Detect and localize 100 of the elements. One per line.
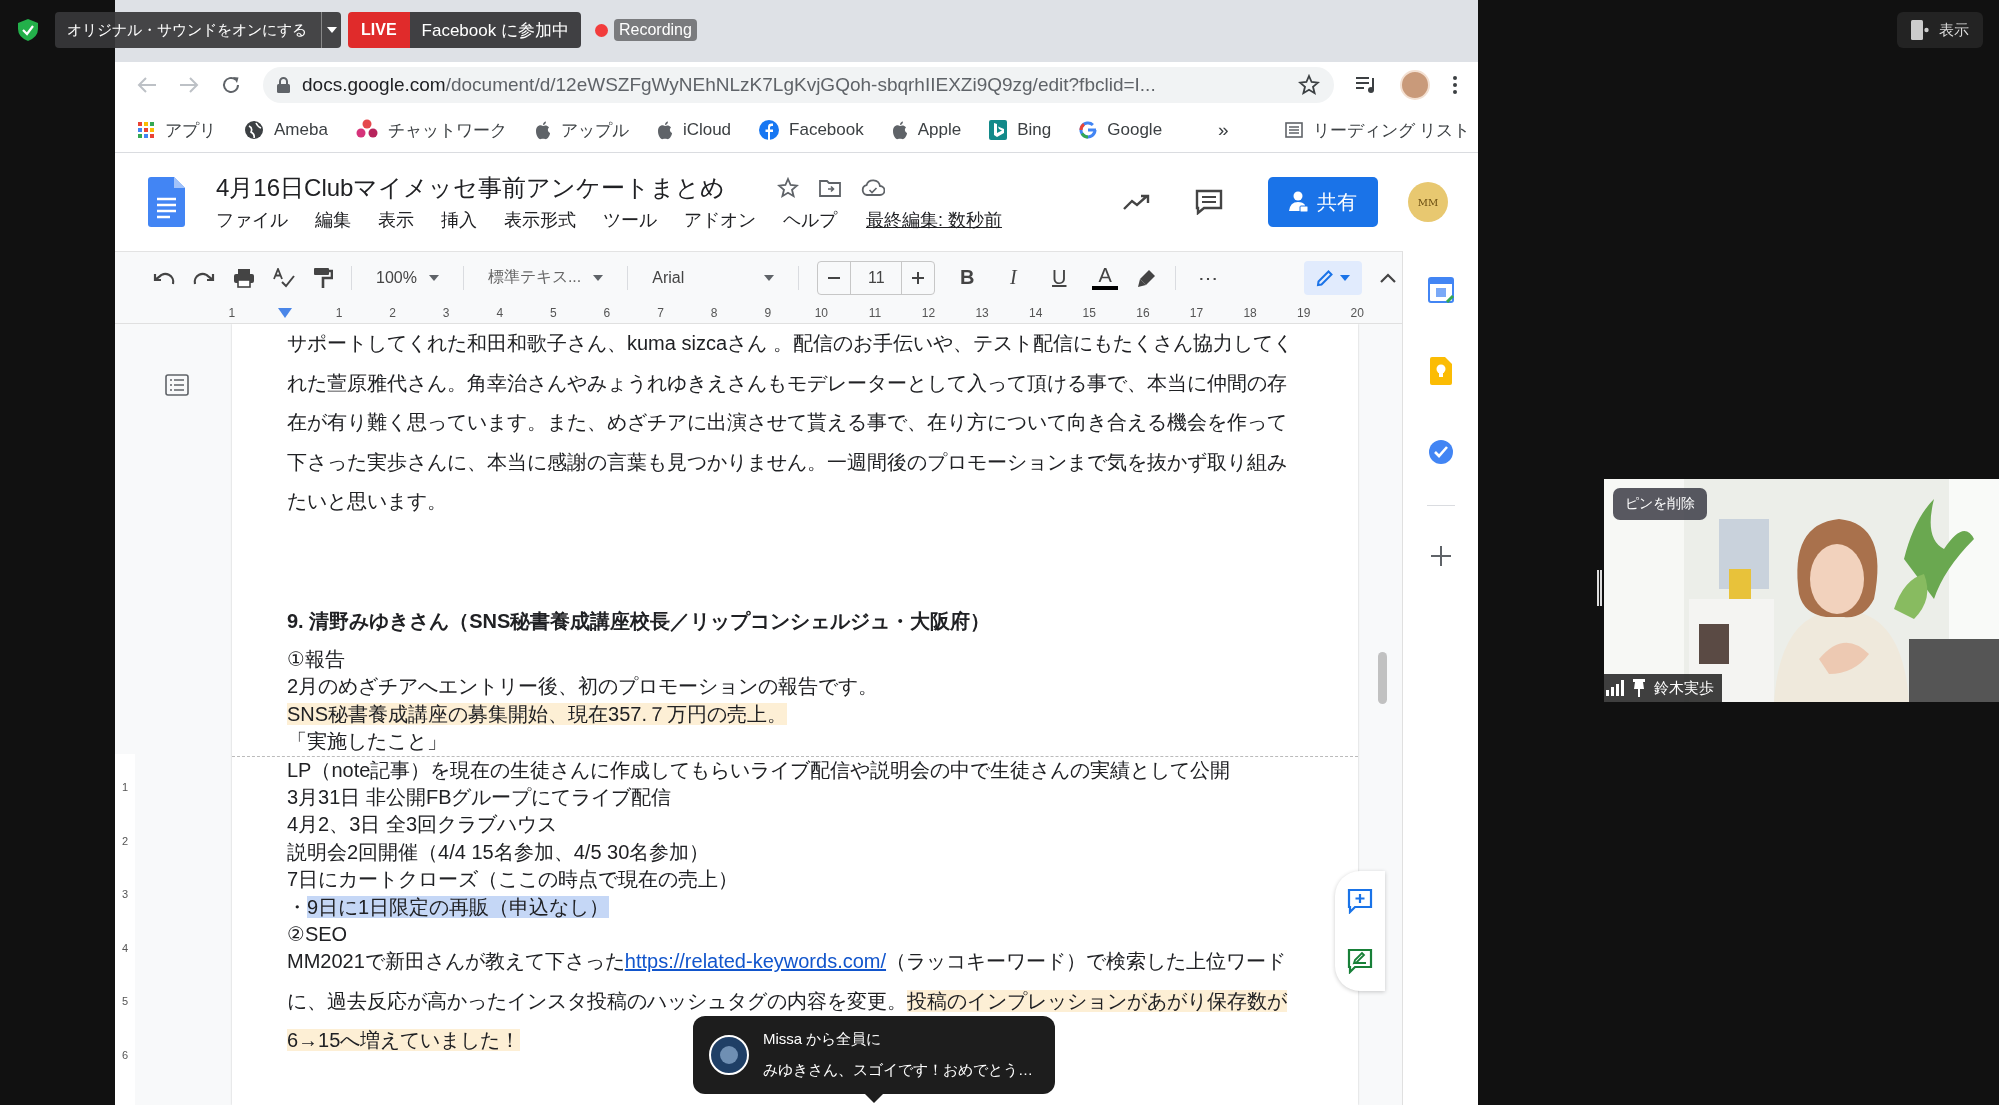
menu-item[interactable]: ヘルプ — [783, 208, 837, 232]
pencil-icon — [1316, 268, 1335, 287]
bookmark[interactable]: iCloud — [656, 120, 732, 140]
document-title[interactable]: 4月16日Clubマイメッセ事前アンケートまとめ — [216, 172, 726, 204]
list-icon — [1284, 122, 1303, 138]
bookmark[interactable]: Bing — [989, 120, 1052, 140]
apple-icon — [534, 120, 551, 140]
menu-item[interactable]: 表示 — [378, 208, 414, 232]
caret-icon — [764, 274, 775, 281]
paint-format-icon — [313, 266, 333, 289]
chat-sender: Missa から全員に — [763, 1030, 883, 1049]
tasks-icon — [1427, 439, 1454, 465]
outline-icon — [165, 374, 189, 396]
recording-label: Recording — [613, 19, 697, 41]
doc-line: 4月2、3日 全3回クラブハウス — [287, 812, 559, 838]
address-bar[interactable]: docs.google.com/document/d/12eWSZFgWyNEhNLzK7LgKvjGQoh-sbqrhIIEXZi9Q9zg/edit?fbclid=I... — [263, 67, 1334, 103]
apple-icon — [656, 120, 673, 140]
italic-button[interactable]: I — [999, 266, 1028, 289]
live-badge: LIVE — [348, 12, 410, 48]
keep-icon — [1429, 357, 1452, 385]
ruler: 1 1 2 3 4 5 6 7 8 9 10 11 12 13 14 15 16 17 18 19 20 — [115, 303, 1402, 324]
folder-icon — [819, 179, 842, 197]
bookmark[interactable]: チャットワーク — [355, 118, 507, 142]
more-menu-icon — [1452, 75, 1458, 95]
original-sound-button[interactable]: オリジナル・サウンドをオンにする — [55, 12, 321, 48]
apps-grid-icon — [137, 121, 155, 139]
calendar-icon — [1427, 277, 1454, 303]
doc-paragraph: サポートしてくれた和田和歌子さん、kuma sizcaさん 。配信のお手伝いや、テスト配信にもたくさん協力してくれた萱原雅代さん。角幸治さんやみょうれゆきえさんもモデレーターとして入って頂ける事で、本当に仲間の存在が有り難く思っています。また、めざチアに出演させて貰える事で、在り方について向き合える機会を作って下さった実歩さんに、本当に感謝の言葉も見つかりません。一週間後のプロモーションまで気を抜かず取り組みたいと思います。 — [287, 331, 1294, 514]
star-icon — [777, 177, 800, 199]
bookmark[interactable]: Apple — [891, 120, 962, 140]
person-lock-icon — [1289, 191, 1309, 213]
menu-item[interactable]: 編集 — [315, 208, 351, 232]
doc-line: 「実施したこと」 — [287, 729, 448, 755]
text-color-button[interactable]: A — [1091, 265, 1120, 290]
caret-icon — [1340, 274, 1351, 281]
avatar-icon — [709, 1035, 749, 1075]
reading-list[interactable]: リーディング リスト — [1284, 118, 1478, 142]
doc-line: LP（note記事）を現在の生徒さんに作成してもらいライブ配信や説明会の中で生徒さんの実績として公開 — [287, 757, 1232, 783]
user-avatar[interactable]: MM — [1408, 182, 1448, 222]
facebook-icon — [759, 120, 780, 140]
print-icon — [233, 267, 255, 288]
menu-item[interactable]: 表示形式 — [504, 208, 576, 232]
bing-icon — [989, 120, 1008, 140]
apple-icon — [891, 120, 908, 140]
style-dropdown[interactable]: 標準テキス... — [481, 263, 610, 292]
doc-line: ②SEO — [287, 921, 349, 947]
font-dropdown[interactable]: Arial — [646, 264, 781, 291]
bookmark[interactable]: Google — [1079, 120, 1163, 140]
google-icon — [1079, 121, 1098, 139]
shield-icon — [18, 19, 38, 41]
bold-button[interactable]: B — [953, 266, 982, 289]
underline-button[interactable]: U — [1045, 266, 1074, 289]
lock-icon — [277, 77, 290, 93]
back-icon — [137, 76, 157, 94]
zoom-dropdown[interactable]: 100% — [370, 264, 445, 291]
doc-line: 2月のめざチアへエントリー後、初のプロモーションの報告です。 — [287, 674, 880, 700]
link[interactable]: https://related-keywords.com/ — [624, 950, 887, 973]
live-status: Facebook に参加中 — [409, 12, 581, 48]
forward-icon — [179, 76, 199, 94]
view-icon — [1911, 20, 1929, 40]
signal-icon — [1606, 680, 1624, 696]
bookmarks-overflow[interactable]: » — [1218, 119, 1229, 141]
scrollbar-thumb[interactable] — [1378, 652, 1387, 704]
undo-icon — [153, 270, 175, 285]
sound-options-button[interactable] — [321, 12, 341, 48]
last-edit-link[interactable]: 最終編集: 数秒前 — [866, 208, 1002, 232]
doc-heading: 9. 清野みゆきさん（SNS秘書養成講座校長／リップコンシェルジュ・大阪府） — [287, 608, 992, 634]
doc-line: 説明会2回開催（4/4 15名参加、4/5 30名参加） — [287, 839, 711, 865]
cloud-check-icon — [861, 179, 886, 197]
menu-item[interactable]: 挿入 — [441, 208, 477, 232]
bubble-tail — [865, 1094, 883, 1103]
document-icon — [148, 177, 185, 227]
redo-icon — [193, 270, 215, 285]
menu-item[interactable]: アドオン — [684, 208, 756, 232]
resize-handle[interactable] — [1597, 570, 1602, 606]
trend-icon — [1123, 193, 1151, 211]
unpin-button[interactable]: ピンを削除 — [1613, 488, 1707, 520]
share-button[interactable]: 共有 — [1268, 177, 1378, 227]
collapse-icon — [1380, 272, 1397, 283]
comment-icon — [1195, 189, 1223, 215]
caret-icon — [428, 274, 439, 281]
bookmark[interactable]: Facebook — [759, 120, 864, 140]
indent-marker-icon — [278, 308, 293, 318]
bookmark[interactable]: Ameba — [244, 120, 328, 140]
pin-icon — [1632, 679, 1646, 697]
globe-icon — [244, 120, 264, 140]
bookmark[interactable]: アップル — [534, 118, 629, 142]
more-button[interactable]: ⋯ — [1194, 265, 1223, 290]
menu-item[interactable]: ファイル — [216, 208, 288, 232]
chat-notification[interactable]: Missa から全員に みゆきさん、スゴイです！おめでとう… — [693, 1016, 1055, 1094]
reload-icon — [221, 75, 241, 95]
doc-line: 3月31日 非公開FBグループにてライブ配信 — [287, 784, 673, 810]
bookmark[interactable]: アプリ — [137, 118, 216, 142]
view-button[interactable]: 表示 — [1897, 12, 1983, 48]
menu-item[interactable]: ツール — [603, 208, 657, 232]
editing-mode-button[interactable] — [1304, 260, 1363, 295]
caret-icon — [593, 274, 604, 281]
participant-name: 鈴木実歩 — [1654, 678, 1714, 698]
spellcheck-icon — [273, 267, 295, 288]
chat-message: みゆきさん、スゴイです！おめでとう… — [763, 1061, 1033, 1080]
